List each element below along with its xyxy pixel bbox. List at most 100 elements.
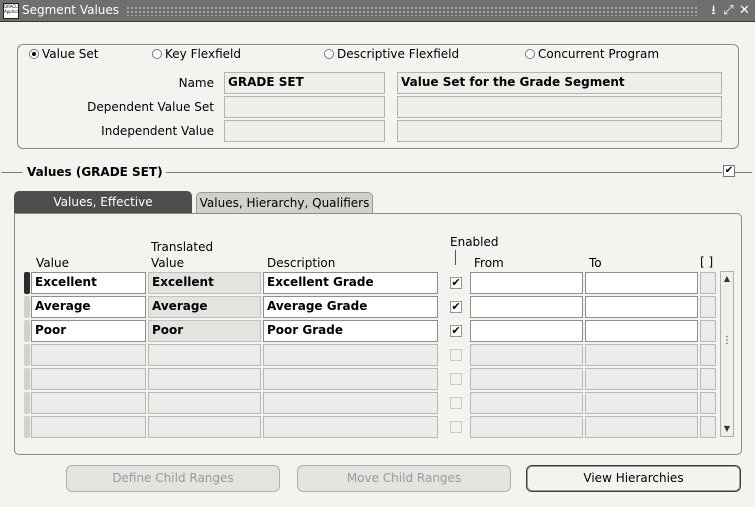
translated-value-cell[interactable]: Excellent <box>148 272 261 294</box>
description-cell[interactable] <box>263 344 438 366</box>
dff-cell[interactable] <box>700 368 716 390</box>
close-icon[interactable]: ✕ <box>737 4 752 19</box>
dff-cell[interactable] <box>700 272 716 294</box>
name-label: Name <box>178 76 214 90</box>
from-date-cell[interactable] <box>470 392 583 414</box>
value-cell[interactable]: Poor <box>31 320 146 342</box>
enabled-checkbox[interactable]: ✔ <box>450 325 462 337</box>
radio-descriptive-flexfield[interactable]: Descriptive Flexfield <box>321 47 463 61</box>
enabled-checkbox[interactable]: ✔ <box>450 301 462 313</box>
row-indicator[interactable] <box>24 416 30 438</box>
enabled-header-line <box>455 250 456 265</box>
values-section-checkbox[interactable]: ✔ <box>723 165 735 177</box>
oracle-app-icon[interactable]: ORACLE Applications <box>3 3 19 19</box>
row-indicator[interactable] <box>24 344 30 366</box>
section-divider <box>166 172 722 173</box>
dff-cell[interactable] <box>700 416 716 438</box>
maximize-icon[interactable]: ⤢ <box>721 4 736 19</box>
move-child-ranges-button[interactable]: Move Child Ranges <box>297 465 511 492</box>
column-header-value: Value <box>36 256 69 270</box>
radio-key-flexfield[interactable]: Key Flexfield <box>149 47 244 61</box>
description-cell[interactable] <box>263 416 438 438</box>
from-date-cell[interactable] <box>470 416 583 438</box>
dff-cell[interactable] <box>700 344 716 366</box>
dependent-description-field[interactable] <box>397 96 722 118</box>
enabled-checkbox[interactable] <box>450 373 462 385</box>
enabled-checkbox[interactable] <box>450 421 462 433</box>
value-cell[interactable]: Average <box>31 296 146 318</box>
from-date-cell[interactable] <box>470 368 583 390</box>
row-indicator[interactable] <box>24 368 30 390</box>
minimize-icon[interactable]: ⭳ <box>706 4 721 19</box>
name-description-field[interactable]: Value Set for the Grade Segment <box>397 72 722 94</box>
translated-value-cell[interactable] <box>148 416 261 438</box>
tab-values-hierarchy-qualifiers[interactable]: Values, Hierarchy, Qualifiers <box>196 192 373 213</box>
translated-value-cell[interactable]: Average <box>148 296 261 318</box>
value-cell[interactable] <box>31 392 146 414</box>
dff-cell[interactable] <box>700 296 716 318</box>
from-date-cell[interactable] <box>470 296 583 318</box>
description-cell[interactable]: Poor Grade <box>263 320 438 342</box>
radio-icon[interactable] <box>525 49 535 59</box>
value-cell[interactable] <box>31 416 146 438</box>
value-cell[interactable] <box>31 368 146 390</box>
radio-icon[interactable] <box>152 49 162 59</box>
enabled-checkbox[interactable] <box>450 349 462 361</box>
dff-cell[interactable] <box>700 320 716 342</box>
dependent-value-set-field[interactable] <box>224 96 385 118</box>
row-indicator[interactable] <box>24 272 30 294</box>
column-header-enabled: Enabled <box>450 235 499 249</box>
translated-value-cell[interactable] <box>148 344 261 366</box>
column-header-translated: Translated <box>151 240 214 254</box>
independent-description-field[interactable] <box>397 120 722 142</box>
to-date-cell[interactable] <box>585 416 698 438</box>
description-cell[interactable]: Average Grade <box>263 296 438 318</box>
from-date-cell[interactable] <box>470 320 583 342</box>
row-indicator[interactable] <box>24 320 30 342</box>
scroll-down-icon[interactable]: ▼ <box>721 422 733 436</box>
description-cell[interactable] <box>263 368 438 390</box>
scroll-up-icon[interactable]: ▲ <box>721 272 733 286</box>
row-indicator[interactable] <box>24 392 30 414</box>
vertical-scrollbar[interactable]: ▲ ⋮ ▼ <box>720 271 734 437</box>
dff-cell[interactable] <box>700 392 716 414</box>
view-hierarchies-button[interactable]: View Hierarchies <box>526 465 741 492</box>
translated-value-cell[interactable] <box>148 392 261 414</box>
to-date-cell[interactable] <box>585 392 698 414</box>
description-cell[interactable]: Excellent Grade <box>263 272 438 294</box>
translated-value-cell[interactable]: Poor <box>148 320 261 342</box>
column-header-to: To <box>589 256 602 270</box>
to-date-cell[interactable] <box>585 296 698 318</box>
to-date-cell[interactable] <box>585 368 698 390</box>
to-date-cell[interactable] <box>585 344 698 366</box>
row-indicator[interactable] <box>24 296 30 318</box>
translated-value-cell[interactable] <box>148 368 261 390</box>
descriptive-flexfield-header[interactable]: [ ] <box>700 255 713 269</box>
name-field[interactable]: GRADE SET <box>224 72 385 94</box>
radio-value-set[interactable]: Value Set <box>26 47 102 61</box>
radio-icon[interactable] <box>324 49 334 59</box>
radio-key-flexfield-label: Key Flexfield <box>165 47 241 61</box>
description-cell[interactable] <box>263 392 438 414</box>
title-bar: ORACLE Applications Segment Values ⭳ ⤢ ✕ <box>0 0 755 22</box>
define-child-ranges-button[interactable]: Define Child Ranges <box>66 465 280 492</box>
column-header-from: From <box>474 256 504 270</box>
radio-value-set-label: Value Set <box>42 47 99 61</box>
tab-values-effective[interactable]: Values, Effective <box>14 191 192 213</box>
enabled-checkbox[interactable] <box>450 397 462 409</box>
from-date-cell[interactable] <box>470 344 583 366</box>
column-header-translated-value: Value <box>151 256 184 270</box>
value-cell[interactable]: Excellent <box>31 272 146 294</box>
independent-value-field[interactable] <box>224 120 385 142</box>
values-section-title: Values (GRADE SET) <box>27 165 163 179</box>
enabled-checkbox[interactable]: ✔ <box>450 277 462 289</box>
to-date-cell[interactable] <box>585 272 698 294</box>
radio-concurrent-program[interactable]: Concurrent Program <box>522 47 663 61</box>
value-cell[interactable] <box>31 344 146 366</box>
title-bar-grip <box>126 6 698 16</box>
radio-selected-icon[interactable] <box>29 49 39 59</box>
to-date-cell[interactable] <box>585 320 698 342</box>
radio-concurrent-program-label: Concurrent Program <box>538 47 660 61</box>
scroll-thumb[interactable]: ⋮ <box>721 334 733 348</box>
from-date-cell[interactable] <box>470 272 583 294</box>
